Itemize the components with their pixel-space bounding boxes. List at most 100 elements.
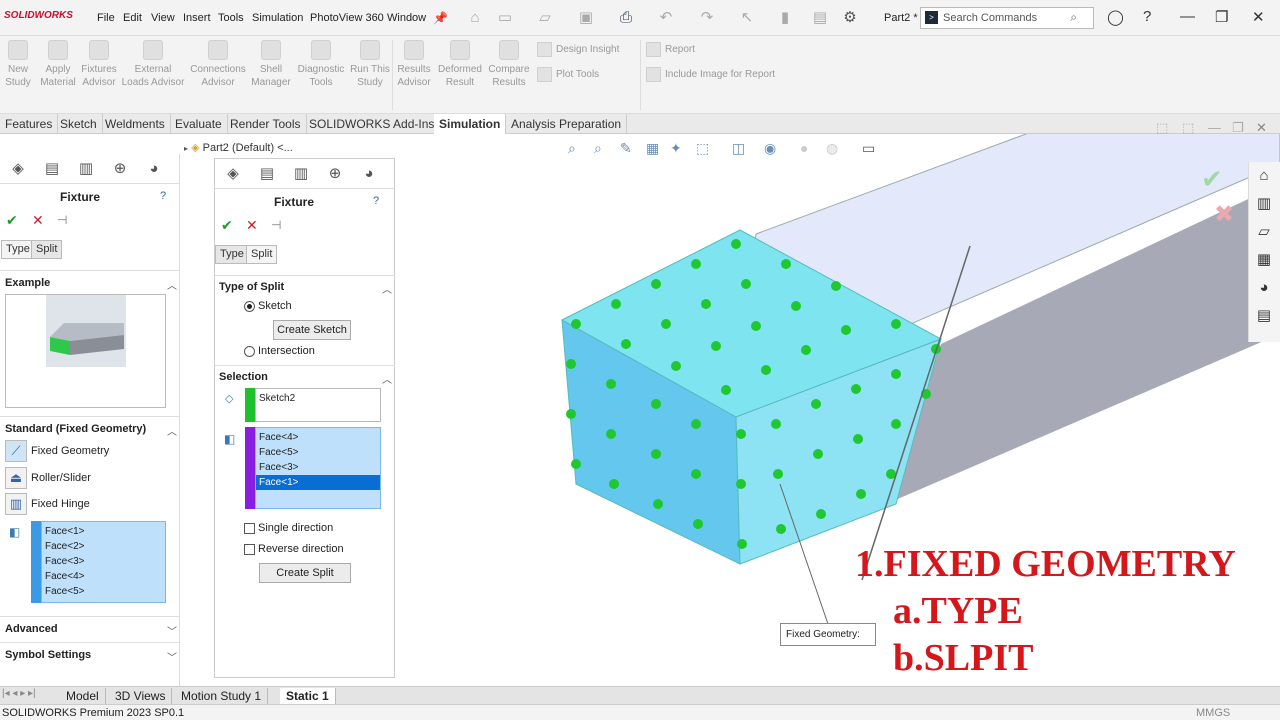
menu-tools[interactable]: Tools	[218, 12, 244, 24]
tab-weldments[interactable]: Weldments	[100, 114, 171, 134]
help-icon[interactable]: ?	[373, 195, 379, 207]
feature-manager-icon[interactable]: ◈	[4, 157, 32, 181]
units-indicator[interactable]: MMGS	[1196, 705, 1230, 721]
tab-split[interactable]: Split	[31, 240, 63, 259]
feature-manager-icon[interactable]: ◈	[219, 162, 247, 186]
menu-window[interactable]: Window	[387, 12, 426, 24]
file-properties-icon[interactable]: ▤	[810, 8, 830, 28]
feature-tree-root[interactable]: ▸ ◈ Part2 (Default) <...	[184, 141, 293, 154]
home-icon[interactable]: ⌂	[465, 8, 485, 28]
tab-split[interactable]: Split	[246, 245, 278, 264]
expand-icon[interactable]: ﹀	[167, 623, 177, 638]
roller-slider-option[interactable]: ⏏ Roller/Slider	[5, 467, 91, 489]
pushpin-icon[interactable]: ⊣	[57, 213, 67, 227]
save-icon[interactable]: ▣	[576, 8, 596, 28]
list-item[interactable]: Face<4>	[42, 569, 165, 584]
custom-properties-icon[interactable]: ▤	[1249, 302, 1279, 330]
symbol-settings-section[interactable]: Symbol Settings	[5, 649, 91, 661]
home-icon[interactable]: ⌂	[1249, 162, 1279, 190]
rebuild-icon[interactable]: ▮	[775, 8, 795, 28]
sketch-selection-box[interactable]: Sketch2	[255, 388, 381, 422]
intersection-radio[interactable]: Intersection	[244, 345, 315, 357]
tab-model[interactable]: Model	[60, 688, 106, 705]
display-manager-icon[interactable]: ◕	[140, 157, 168, 181]
restore-icon[interactable]: ❐	[1215, 8, 1228, 26]
create-split-button[interactable]: Create Split	[259, 563, 351, 583]
faces-list[interactable]: Face<1> Face<2> Face<3> Face<4> Face<5>	[41, 521, 166, 603]
tab-static-study[interactable]: Static 1	[280, 688, 336, 705]
configuration-manager-icon[interactable]: ▥	[287, 162, 315, 186]
tab-motion-study[interactable]: Motion Study 1	[175, 688, 269, 705]
split-faces-list[interactable]: Face<4> Face<5> Face<3> Face<1>	[255, 427, 381, 509]
list-item[interactable]: Face<2>	[42, 539, 165, 554]
viewport-tile-icon[interactable]: ⬚	[1182, 120, 1194, 136]
single-direction-checkbox[interactable]: Single direction	[244, 522, 333, 534]
list-item[interactable]: Face<5>	[256, 445, 380, 460]
pin-icon[interactable]: 📌	[433, 11, 448, 25]
minimize-icon[interactable]: —	[1180, 8, 1195, 25]
expand-arrow-icon[interactable]: ▸	[184, 144, 188, 153]
design-library-icon[interactable]: ▥	[1249, 190, 1279, 218]
diagnostic-tools-button[interactable]: Diagnostic Tools	[296, 40, 346, 89]
tab-render-tools[interactable]: Render Tools	[225, 114, 307, 134]
tab-simulation[interactable]: Simulation	[434, 114, 507, 134]
list-item[interactable]: Face<3>	[256, 460, 380, 475]
menu-view[interactable]: View	[151, 12, 175, 24]
redo-icon[interactable]: ↷	[697, 8, 717, 28]
undo-icon[interactable]: ↶	[656, 8, 676, 28]
list-item[interactable]: Face<5>	[42, 584, 165, 599]
display-manager-icon[interactable]: ◕	[355, 162, 383, 186]
results-advisor-button[interactable]: Results Advisor	[396, 40, 432, 89]
fixed-hinge-option[interactable]: ▥ Fixed Hinge	[5, 493, 90, 515]
apply-material-button[interactable]: Apply Material	[38, 40, 78, 89]
reverse-direction-checkbox[interactable]: Reverse direction	[244, 543, 344, 555]
deformed-result-button[interactable]: Deformed Result	[436, 40, 484, 89]
plot-tools-button[interactable]: Plot Tools	[537, 67, 599, 82]
menu-insert[interactable]: Insert	[183, 12, 211, 24]
tab-navigation-arrows[interactable]: |◂ ◂ ▸ ▸|	[2, 688, 36, 699]
collapse-icon[interactable]: ︿	[382, 281, 392, 296]
ok-check-icon[interactable]: ✔	[221, 217, 233, 234]
appearances-icon[interactable]: ◕	[1249, 274, 1279, 302]
collapse-icon[interactable]: ︿	[382, 371, 392, 386]
pushpin-icon[interactable]: ⊣	[271, 218, 281, 232]
collapse-icon[interactable]: ︿	[167, 277, 177, 292]
property-manager-icon[interactable]: ▤	[38, 157, 66, 181]
tab-sketch[interactable]: Sketch	[55, 114, 103, 134]
tab-analysis-preparation[interactable]: Analysis Preparation	[506, 114, 628, 134]
zoom-area-icon[interactable]: ⌕	[594, 140, 602, 157]
list-item[interactable]: Sketch2	[256, 389, 380, 404]
menu-simulation[interactable]: Simulation	[252, 12, 303, 24]
view-settings-icon[interactable]: ▭	[862, 140, 875, 157]
ok-check-icon[interactable]: ✔	[6, 212, 18, 229]
tab-type[interactable]: Type	[215, 245, 249, 264]
appearance-icon[interactable]: ●	[800, 140, 808, 156]
property-manager-icon[interactable]: ▤	[253, 162, 281, 186]
new-study-button[interactable]: New Study	[4, 40, 32, 89]
tab-type[interactable]: Type	[1, 240, 35, 259]
scene-icon[interactable]: ◍	[826, 140, 838, 157]
search-icon[interactable]: ⌕	[1070, 10, 1077, 25]
fixtures-advisor-button[interactable]: Fixtures Advisor	[80, 40, 118, 89]
menu-edit[interactable]: Edit	[123, 12, 142, 24]
tab-features[interactable]: Features	[0, 114, 59, 134]
list-item[interactable]: Face<1>	[42, 524, 165, 539]
tab-evaluate[interactable]: Evaluate	[170, 114, 228, 134]
include-image-button[interactable]: Include Image for Report	[646, 67, 775, 82]
help-icon[interactable]: ?	[1143, 8, 1151, 25]
hide-show-icon[interactable]: ◉	[764, 140, 776, 157]
list-item-selected[interactable]: Face<1>	[256, 475, 380, 490]
expand-icon[interactable]: ﹀	[167, 649, 177, 664]
collapse-icon[interactable]: ︿	[167, 423, 177, 438]
new-document-icon[interactable]: ▭	[495, 8, 515, 28]
fixed-geometry-callout[interactable]: Fixed Geometry:	[780, 623, 876, 646]
zoom-to-fit-icon[interactable]: ⌕	[568, 140, 576, 157]
viewport-minimize-icon[interactable]: —	[1208, 120, 1221, 135]
dimxpert-icon[interactable]: ⊕	[106, 157, 134, 181]
previous-view-icon[interactable]: ✎	[620, 140, 632, 157]
sketch-radio[interactable]: Sketch	[244, 300, 292, 312]
file-explorer-icon[interactable]: ▱	[1249, 218, 1279, 246]
connections-advisor-button[interactable]: Connections Advisor	[189, 40, 247, 89]
dynamic-annotation-icon[interactable]: ✦	[670, 140, 682, 157]
configuration-manager-icon[interactable]: ▥	[72, 157, 100, 181]
